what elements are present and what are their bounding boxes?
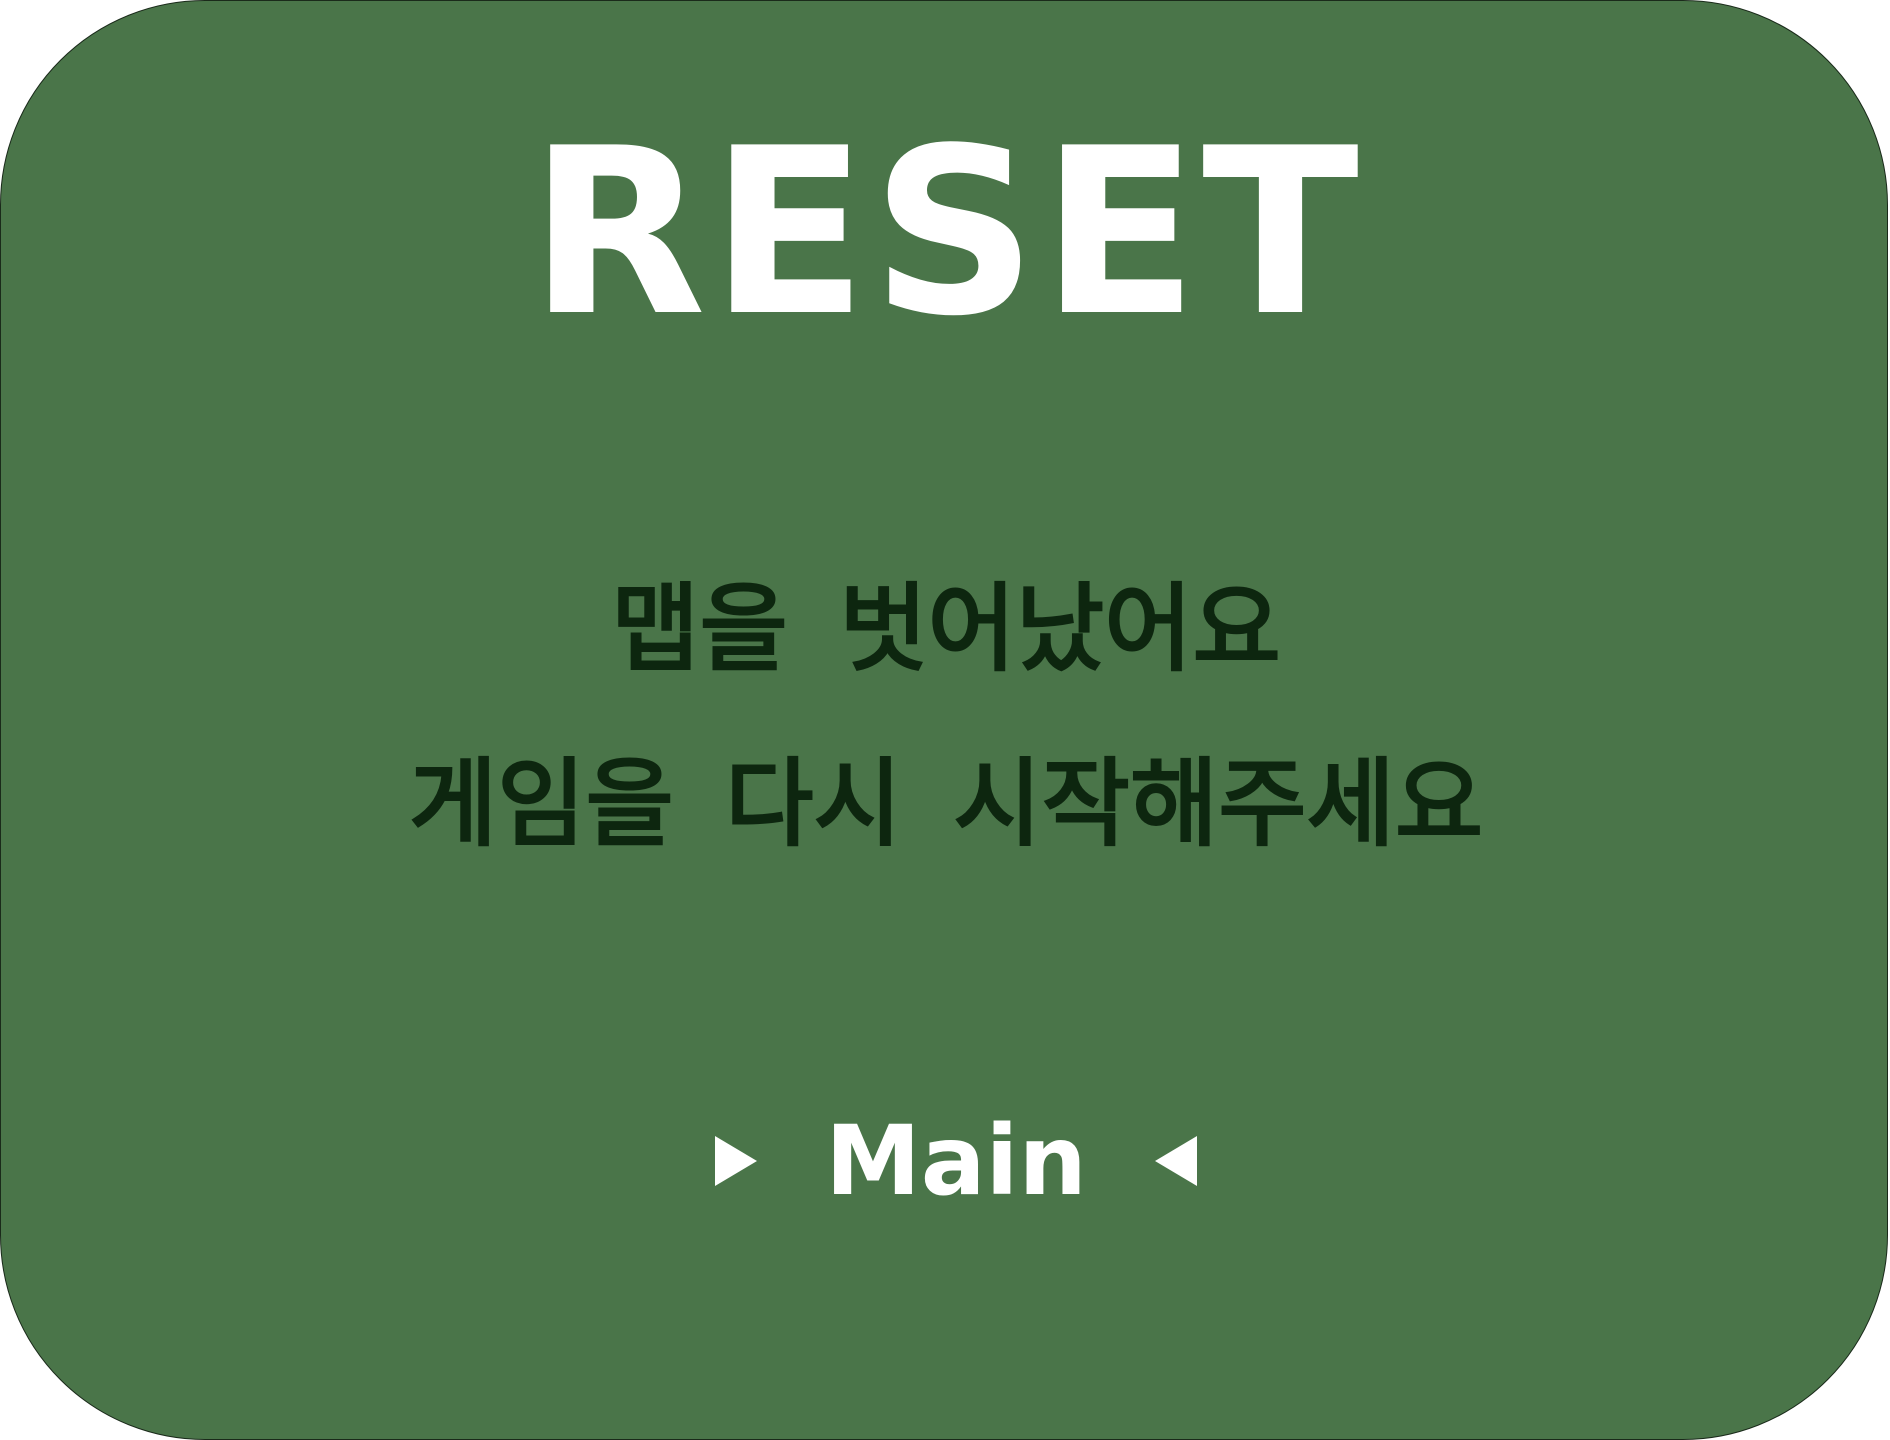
out-of-map-message: 맵을 벗어났어요 [611, 573, 1281, 685]
triangle-right-icon [715, 1136, 758, 1186]
main-button-label: Main [825, 1105, 1087, 1217]
reset-title: RESET [529, 100, 1363, 367]
main-button[interactable]: Main [691, 1106, 1221, 1216]
triangle-left-icon [1154, 1136, 1197, 1186]
restart-game-message: 게임을 다시 시작해주세요 [408, 748, 1484, 860]
reset-dialog-panel: RESET 맵을 벗어났어요 게임을 다시 시작해주세요 Main [0, 0, 1888, 1440]
